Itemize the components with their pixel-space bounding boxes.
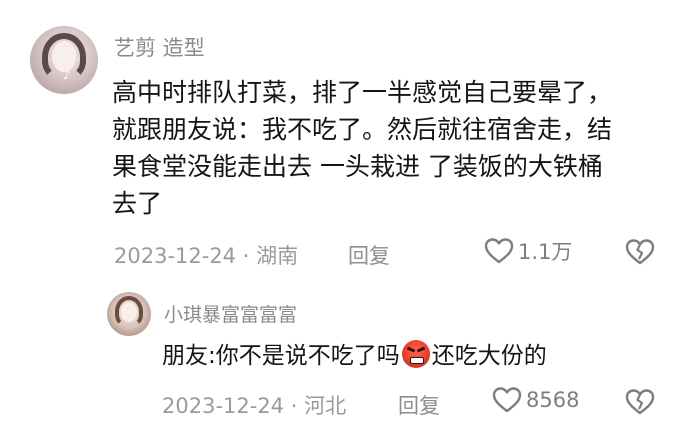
username[interactable]: 艺剪 造型 [114,32,205,62]
comment-text-line: 高中时排队打菜，排了一半感觉自己要晕了， [112,78,613,107]
comment-date: 2023-12-24 [162,394,285,418]
meta-separator: · [290,394,298,418]
comment-location: 湖南 [256,244,299,268]
comment-date: 2023-12-24 [114,244,237,268]
like-button[interactable]: 1.1万 [484,236,572,266]
username[interactable]: 小琪暴富富富富 [164,300,297,327]
reply-button[interactable]: 回复 [348,240,390,270]
comment-text-line: 就跟朋友说：我不吃了。然后就往宿舍走，结 [112,115,613,144]
reply-button[interactable]: 回复 [398,390,440,420]
like-button[interactable]: 8568 [492,386,579,414]
comment-text-before: 朋友:你不是说不吃了吗 [162,343,400,369]
comment-text: 朋友:你不是说不吃了吗 还吃大份的 [162,340,547,372]
emoji-mouth [409,357,424,364]
dislike-button[interactable] [625,238,655,270]
comment-text-after: 还吃大份的 [431,343,547,369]
tiktok-icon: ♪ [63,68,71,82]
comment-text: 高中时排队打菜，排了一半感觉自己要晕了， 就跟朋友说：我不吃了。然后就往宿舍走，… [112,74,612,222]
broken-heart-icon [625,389,655,415]
comment-text-line: 果食堂没能走出去 一头栽进 了装饭的大铁桶 [112,152,603,181]
heart-icon [484,238,514,264]
broken-heart-icon [625,239,655,265]
heart-icon [492,387,522,413]
avatar-face [121,301,137,322]
like-count: 1.1万 [518,240,573,264]
comment-location: 河北 [304,394,347,418]
comment-meta: 2023-12-24 · 湖南 [114,240,298,270]
comment-meta: 2023-12-24 · 河北 [162,390,346,420]
angry-face-emoji [401,340,430,368]
meta-separator: · [242,244,250,268]
avatar[interactable] [107,292,151,336]
dislike-button[interactable] [625,388,655,420]
comment-text-line: 去了 [112,189,163,218]
like-count: 8568 [526,388,580,412]
avatar[interactable]: ♪ [30,26,98,94]
